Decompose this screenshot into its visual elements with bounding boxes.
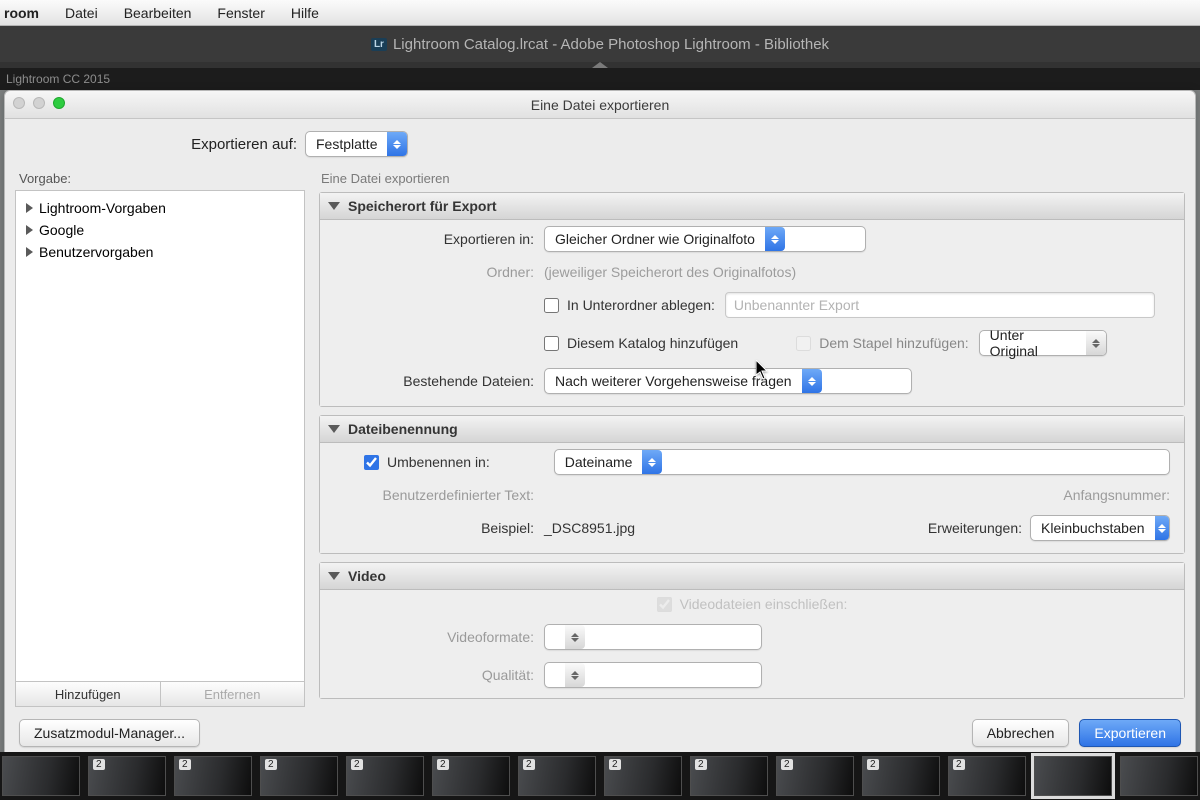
export-in-select[interactable]: Gleicher Ordner wie Originalfoto: [544, 226, 866, 252]
thumbnail[interactable]: 2: [776, 756, 854, 796]
include-video-checkbox: [657, 597, 672, 612]
export-to-label: Exportieren auf:: [5, 136, 305, 153]
preset-list[interactable]: Lightroom-Vorgaben Google Benutzervorgab…: [15, 190, 305, 682]
preset-google[interactable]: Google: [22, 219, 298, 241]
disclosure-icon: [26, 247, 33, 257]
start-num-label: Anfangsnummer:: [1063, 487, 1170, 503]
lr-icon: Lr: [371, 38, 387, 51]
export-button[interactable]: Exportieren: [1079, 719, 1181, 747]
thumbnail[interactable]: 2: [948, 756, 1026, 796]
minimize-icon[interactable]: [33, 97, 45, 109]
menu-bearbeiten[interactable]: Bearbeiten: [120, 3, 196, 23]
menu-fenster[interactable]: Fenster: [213, 3, 268, 23]
thumbnail[interactable]: 2: [88, 756, 166, 796]
add-catalog-label: Diesem Katalog hinzufügen: [567, 335, 738, 351]
rename-template-select[interactable]: Dateiname: [554, 449, 1170, 475]
thumbnail[interactable]: 2: [690, 756, 768, 796]
export-in-label: Exportieren in:: [334, 231, 544, 247]
add-stack-checkbox: [796, 336, 811, 351]
folder-label: Ordner:: [334, 264, 544, 280]
existing-files-select[interactable]: Nach weiterer Vorgehensweise fragen: [544, 368, 912, 394]
panel-video: Video Videodateien einschließen: Videofo…: [319, 562, 1185, 699]
thumbnail[interactable]: 2: [604, 756, 682, 796]
plugin-manager-button[interactable]: Zusatzmodul-Manager...: [19, 719, 200, 747]
disclosure-icon: [26, 203, 33, 213]
export-dialog: Eine Datei exportieren Exportieren auf: …: [4, 90, 1196, 760]
thumbnail[interactable]: 2: [518, 756, 596, 796]
chevron-down-icon: [328, 572, 340, 580]
cancel-button[interactable]: Abbrechen: [972, 719, 1070, 747]
add-stack-label: Dem Stapel hinzufügen:: [819, 335, 968, 351]
panel-export-location: Speicherort für Export Exportieren in: G…: [319, 192, 1185, 407]
subfolder-checkbox[interactable]: [544, 298, 559, 313]
preset-remove-button: Entfernen: [161, 682, 305, 706]
chevron-down-icon: [328, 202, 340, 210]
video-format-label: Videoformate:: [334, 629, 544, 645]
main-subtitle: Eine Datei exportieren: [319, 165, 1185, 192]
preset-user[interactable]: Benutzervorgaben: [22, 241, 298, 263]
menu-datei[interactable]: Datei: [61, 3, 102, 23]
extensions-select[interactable]: Kleinbuchstaben: [1030, 515, 1170, 541]
video-quality-label: Qualität:: [334, 667, 544, 683]
video-format-select: [544, 624, 762, 650]
video-quality-select: [544, 662, 762, 688]
example-label: Beispiel:: [334, 520, 544, 536]
include-video-label: Videodateien einschließen:: [680, 596, 848, 612]
panel-file-naming: Dateibenennung Umbenennen in: Dateiname …: [319, 415, 1185, 554]
thumbnail[interactable]: [1120, 756, 1198, 796]
folder-value: (jeweiliger Speicherort des Originalfoto…: [544, 264, 796, 280]
thumbnail[interactable]: 2: [862, 756, 940, 796]
export-to-select[interactable]: Festplatte: [305, 131, 408, 157]
thumbnail-selected[interactable]: [1034, 756, 1112, 796]
disclosure-icon: [26, 225, 33, 235]
rename-label: Umbenennen in:: [387, 454, 490, 470]
thumbnail[interactable]: [2, 756, 80, 796]
subfolder-input[interactable]: [725, 292, 1155, 318]
thumbnail[interactable]: 2: [346, 756, 424, 796]
example-value: _DSC8951.jpg: [544, 520, 635, 536]
subfolder-label: In Unterordner ablegen:: [567, 297, 715, 313]
rename-checkbox[interactable]: [364, 455, 379, 470]
panel-header-location[interactable]: Speicherort für Export: [320, 193, 1184, 220]
close-icon[interactable]: [13, 97, 25, 109]
zoom-icon[interactable]: [53, 97, 65, 109]
existing-files-label: Bestehende Dateien:: [334, 373, 544, 389]
menu-hilfe[interactable]: Hilfe: [287, 3, 323, 23]
panel-header-video[interactable]: Video: [320, 563, 1184, 590]
filmstrip[interactable]: 2 2 2 2 2 2 2 2 2 2 2: [0, 752, 1200, 800]
preset-add-button[interactable]: Hinzufügen: [16, 682, 161, 706]
preset-lightroom[interactable]: Lightroom-Vorgaben: [22, 197, 298, 219]
chevron-down-icon: [328, 425, 340, 433]
add-catalog-checkbox[interactable]: [544, 336, 559, 351]
custom-text-label: Benutzerdefinierter Text:: [334, 487, 544, 503]
panel-header-naming[interactable]: Dateibenennung: [320, 416, 1184, 443]
document-titlebar: Lr Lightroom Catalog.lrcat - Adobe Photo…: [0, 26, 1200, 62]
thumbnail[interactable]: 2: [432, 756, 510, 796]
document-title: Lightroom Catalog.lrcat - Adobe Photosho…: [393, 36, 829, 53]
add-stack-select: Unter Original: [979, 330, 1107, 356]
app-menubar: room Datei Bearbeiten Fenster Hilfe: [0, 0, 1200, 26]
thumbnail[interactable]: 2: [260, 756, 338, 796]
thumbnail[interactable]: 2: [174, 756, 252, 796]
menu-app[interactable]: room: [0, 3, 43, 23]
module-strip: Lightroom CC 2015: [0, 68, 1200, 90]
dialog-titlebar: Eine Datei exportieren: [5, 91, 1195, 119]
preset-label: Vorgabe:: [15, 165, 305, 190]
extensions-label: Erweiterungen:: [928, 520, 1022, 536]
dialog-title: Eine Datei exportieren: [531, 97, 670, 113]
